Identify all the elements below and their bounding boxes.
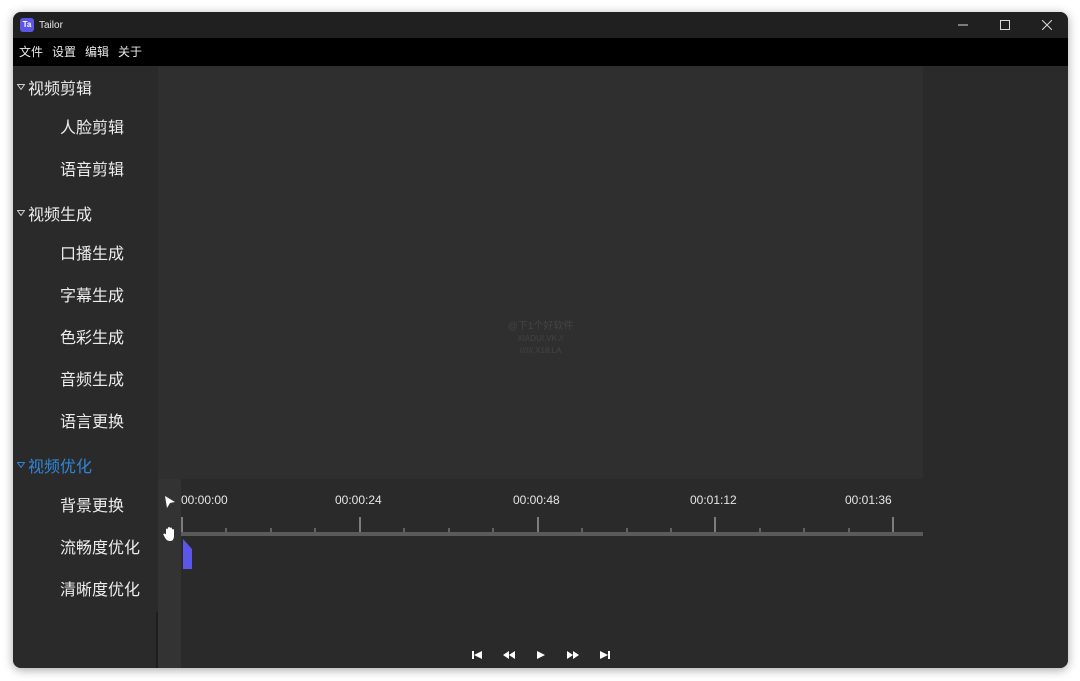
caret-down-icon: [14, 462, 28, 468]
menu-edit[interactable]: 编辑: [82, 38, 112, 66]
skip-to-start-button[interactable]: [461, 646, 493, 664]
caret-down-icon: [14, 210, 28, 216]
sidebar-item-clarity-opt[interactable]: 清晰度优化: [60, 570, 140, 612]
nav-group-label: 视频剪辑: [28, 81, 93, 98]
sidebar-item-smoothness-opt[interactable]: 流畅度优化: [60, 528, 140, 570]
sidebar-item-face-edit[interactable]: 人脸剪辑: [60, 108, 124, 150]
caret-down-icon: [14, 84, 28, 90]
hand-icon: [163, 527, 174, 541]
app-window: Ta Tailor 文件 设置 编辑 关于 视频剪辑 人脸剪辑 语音剪辑 视频生…: [13, 12, 1068, 668]
title-bar: Ta Tailor: [13, 12, 1068, 38]
select-tool-button[interactable]: [160, 491, 180, 513]
window-title: Tailor: [39, 19, 63, 31]
watermark-line: XIADUI.VK.//: [517, 334, 564, 343]
skip-to-end-icon: [599, 651, 610, 659]
minimize-icon: [958, 24, 968, 26]
transport-controls: [158, 646, 923, 664]
minimize-button[interactable]: [942, 12, 984, 38]
sidebar-item-audio-gen[interactable]: 音频生成: [60, 360, 124, 402]
menu-settings[interactable]: 设置: [49, 38, 79, 66]
timeline[interactable]: 00:00:00 00:00:24 00:00:48 00:01:12 00:0…: [158, 479, 923, 668]
sidebar-item-background-swap[interactable]: 背景更换: [60, 486, 124, 528]
menu-about[interactable]: 关于: [115, 38, 145, 66]
rewind-icon: [502, 651, 515, 659]
skip-to-end-button[interactable]: [589, 646, 621, 664]
fast-forward-button[interactable]: [557, 646, 589, 664]
sidebar-item-subtitle-gen[interactable]: 字幕生成: [60, 276, 124, 318]
sidebar-item-color-gen[interactable]: 色彩生成: [60, 318, 124, 360]
nav-group-video-optimization[interactable]: 视频优化: [13, 444, 92, 486]
app-logo-icon: Ta: [20, 18, 34, 32]
sidebar-item-broadcast-gen[interactable]: 口播生成: [60, 234, 124, 276]
maximize-button[interactable]: [984, 12, 1026, 38]
menu-file[interactable]: 文件: [16, 38, 46, 66]
watermark: @下1个好软件 XIADUI.VK.// //////.X18.LA: [158, 321, 923, 357]
close-button[interactable]: [1026, 12, 1068, 38]
nav-group-video-editing[interactable]: 视频剪辑: [13, 66, 92, 108]
hand-tool-button[interactable]: [160, 523, 180, 545]
sidebar-item-language-swap[interactable]: 语言更换: [60, 402, 124, 444]
maximize-icon: [1000, 20, 1010, 30]
nav-group-video-generation[interactable]: 视频生成: [13, 192, 92, 234]
play-button[interactable]: [525, 646, 557, 664]
close-icon: [1042, 20, 1052, 30]
sidebar: 视频剪辑 人脸剪辑 语音剪辑 视频生成 口播生成 字幕生成 色彩生成 音频生成 …: [13, 66, 158, 668]
timeline-tool-strip: [158, 479, 181, 668]
ruler-ticks: [181, 517, 894, 532]
nav-group-label: 视频优化: [28, 459, 93, 476]
timeline-track[interactable]: [181, 532, 923, 536]
fast-forward-icon: [566, 651, 579, 659]
rewind-button[interactable]: [493, 646, 525, 664]
playhead-handle[interactable]: [183, 539, 193, 569]
sidebar-item-voice-edit[interactable]: 语音剪辑: [60, 150, 124, 192]
play-icon: [536, 651, 545, 659]
watermark-line: //////.X18.LA: [519, 346, 562, 355]
cursor-arrow-icon: [165, 496, 175, 508]
video-preview[interactable]: @下1个好软件 XIADUI.VK.// //////.X18.LA: [158, 66, 923, 479]
nav-group-label: 视频生成: [28, 207, 93, 224]
menu-bar: 文件 设置 编辑 关于: [13, 38, 1068, 66]
skip-to-start-icon: [471, 651, 482, 659]
watermark-line: @下1个好软件: [507, 321, 574, 332]
timeline-ruler[interactable]: 00:00:00 00:00:24 00:00:48 00:01:12 00:0…: [181, 479, 923, 539]
right-panel: [923, 66, 1068, 668]
window-controls: [942, 12, 1068, 38]
